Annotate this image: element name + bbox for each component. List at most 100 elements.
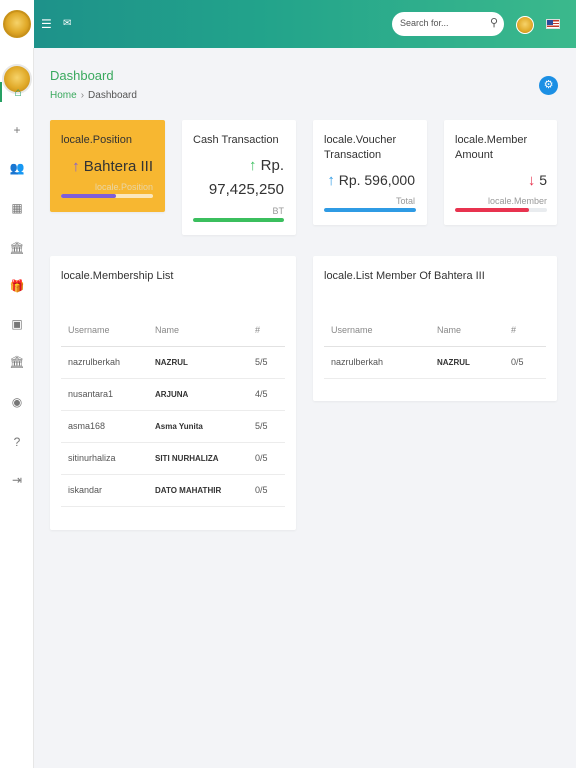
help-icon: ?: [13, 435, 21, 449]
voucher-progress: [324, 208, 416, 212]
gear-icon[interactable]: ⚙: [539, 76, 558, 95]
hamburger-icon[interactable]: ☰: [41, 18, 52, 30]
membership-list-card: locale.Membership List Username Name # n…: [50, 256, 296, 530]
sidebar-item-logout[interactable]: ⇥: [0, 470, 34, 490]
cell-username: nazrulberkah: [61, 346, 148, 379]
table-row: nazrulberkah NAZRUL 5/5: [61, 346, 285, 379]
cash-progress: [193, 218, 284, 222]
breadcrumb: Home › Dashboard: [50, 90, 137, 101]
voucher-value: Rp. 596,000: [338, 172, 415, 188]
arrow-up-icon: ↑: [248, 157, 257, 174]
column-header-username: Username: [324, 314, 430, 347]
search-placeholder: Search for...: [400, 18, 449, 28]
member-of-list-card: locale.List Member Of Bahtera III Userna…: [313, 256, 557, 401]
arrow-down-icon: ↓: [527, 172, 536, 189]
cell-username: nazrulberkah: [324, 346, 430, 379]
member-progress-fill: [455, 208, 529, 212]
arrow-up-icon: ↑: [72, 158, 80, 175]
table-row: nusantara1 ARJUNA 4/5: [61, 378, 285, 411]
position-title: locale.Position: [61, 134, 132, 146]
us-flag-icon[interactable]: [546, 19, 560, 29]
cell-username: sitinurhaliza: [61, 442, 148, 475]
sidebar-item-account[interactable]: ◉: [0, 392, 34, 412]
cell-name: ARJUNA: [148, 378, 248, 411]
column-header-count: #: [248, 314, 285, 347]
cash-value: 97,425,250: [208, 181, 284, 198]
document-icon: ▣: [11, 317, 23, 331]
table-row: iskandar DATO MAHATHIR 0/5: [61, 474, 285, 507]
page-title: Dashboard: [50, 68, 114, 83]
position-sub: locale.Position: [94, 182, 153, 192]
cell-username: iskandar: [61, 474, 148, 507]
cell-name: Asma Yunita: [148, 410, 248, 443]
member-card: locale.Member Amount ↓ 5 locale.Member: [444, 120, 557, 225]
emblem-icon: [3, 10, 31, 38]
top-navbar: ☰ ✉ Search for... ⚲: [0, 0, 576, 48]
search-icon[interactable]: ⚲: [490, 16, 498, 29]
users-icon: 👥: [9, 161, 25, 175]
position-value: Bahtera III: [83, 158, 153, 175]
cell-count: 5/5: [248, 410, 285, 443]
brand-logo[interactable]: [0, 0, 34, 48]
arrow-up-icon: ↑: [327, 172, 335, 189]
cell-name: DATO MAHATHIR: [148, 474, 248, 507]
cell-count: 0/5: [248, 442, 285, 475]
breadcrumb-home[interactable]: Home: [50, 90, 77, 101]
sidebar-item-institution[interactable]: 🏛: [0, 352, 34, 372]
account-icon: ◉: [11, 395, 23, 409]
breadcrumb-current: Dashboard: [88, 90, 137, 101]
sidebar-item-help[interactable]: ?: [0, 432, 34, 452]
member-of-table: Username Name # nazrulberkah NAZRUL 0/5: [324, 314, 546, 379]
cash-title: Cash Transaction: [193, 134, 279, 146]
member-value: 5: [539, 172, 547, 188]
cash-sub: BT: [272, 206, 284, 216]
add-user-icon: +: [13, 123, 21, 137]
voucher-sub: Total: [395, 196, 415, 206]
gift-icon: 🎁: [9, 279, 25, 293]
cash-progress-fill: [193, 218, 284, 222]
member-title: locale.Member Amount: [455, 134, 528, 161]
sidebar-item-home[interactable]: ⌂: [0, 82, 34, 102]
table-row: nazrulberkah NAZRUL 0/5: [324, 346, 546, 379]
member-progress: [455, 208, 547, 212]
column-header-count: #: [504, 314, 546, 347]
membership-list-title: locale.Membership List: [61, 270, 174, 282]
table-row: sitinurhaliza SITI NURHALIZA 0/5: [61, 442, 285, 475]
sidebar-item-add-user[interactable]: +: [0, 120, 34, 140]
sidebar-item-gift[interactable]: 🎁: [0, 276, 34, 296]
mail-icon[interactable]: ✉: [63, 18, 71, 30]
institution-icon: 🏛: [9, 355, 25, 369]
cell-name: SITI NURHALIZA: [148, 442, 248, 475]
cash-card: Cash Transaction ↑ Rp. 97,425,250 BT: [182, 120, 296, 235]
column-header-name: Name: [148, 314, 248, 347]
column-header-username: Username: [61, 314, 148, 347]
sidebar-item-document[interactable]: ▣: [0, 314, 34, 334]
voucher-card: locale.Voucher Transaction ↑ Rp. 596,000…: [313, 120, 427, 225]
position-card: locale.Position ↑ Bahtera III locale.Pos…: [50, 120, 165, 212]
sidebar-item-calculator[interactable]: ▦: [0, 198, 34, 218]
cell-name: NAZRUL: [430, 346, 504, 379]
sidebar: ⌂ + 👥 ▦ 🏛 🎁 ▣ 🏛 ◉? ⇥: [0, 48, 34, 768]
home-icon: ⌂: [14, 85, 22, 99]
position-progress: [61, 194, 153, 198]
user-avatar[interactable]: [516, 16, 534, 34]
voucher-title: locale.Voucher Transaction: [324, 134, 397, 161]
sidebar-item-users[interactable]: 👥: [0, 158, 34, 178]
cell-username: asma168: [61, 410, 148, 443]
member-sub: locale.Member: [487, 196, 547, 206]
sidebar-item-bank[interactable]: 🏛: [0, 238, 34, 258]
logout-icon: ⇥: [11, 473, 23, 487]
chevron-right-icon: ›: [80, 90, 85, 101]
search-input[interactable]: Search for... ⚲: [392, 12, 504, 36]
cell-count: 0/5: [248, 474, 285, 507]
table-row: asma168 Asma Yunita 5/5: [61, 410, 285, 443]
position-progress-fill: [61, 194, 117, 198]
calculator-icon: ▦: [11, 201, 23, 215]
bank-icon: 🏛: [9, 241, 25, 255]
column-header-name: Name: [430, 314, 504, 347]
membership-table: Username Name # nazrulberkah NAZRUL 5/5 nus…: [61, 314, 285, 507]
cell-count: 5/5: [248, 346, 285, 379]
cell-name: NAZRUL: [148, 346, 248, 379]
member-of-list-title: locale.List Member Of Bahtera III: [324, 270, 485, 282]
cell-username: nusantara1: [61, 378, 148, 411]
